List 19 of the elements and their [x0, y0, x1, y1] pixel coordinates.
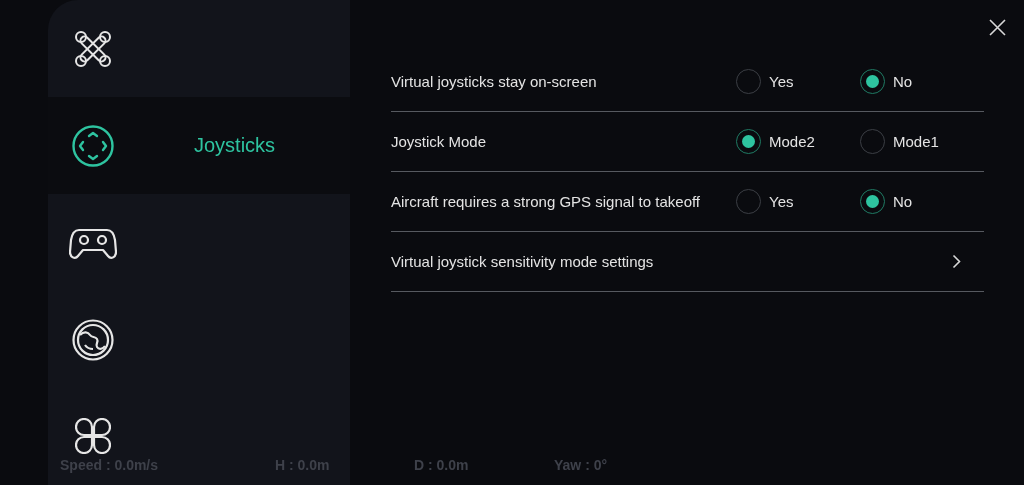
radio-option[interactable]: Mode1: [860, 129, 984, 154]
setting-label: Virtual joystick sensitivity mode settings: [391, 253, 654, 270]
setting-label: Virtual joysticks stay on-screen: [391, 73, 597, 90]
radio-option[interactable]: Mode2: [736, 129, 860, 154]
setting-label: Aircraft requires a strong GPS signal to takeoff: [391, 193, 701, 210]
sidebar-item[interactable]: Joysticks: [48, 97, 350, 194]
joystick-icon: [72, 124, 114, 167]
globe-icon: [72, 318, 114, 361]
drone-icon: [74, 29, 112, 68]
propeller-icon: [75, 418, 111, 454]
radio-option[interactable]: No: [860, 69, 984, 94]
radio-option[interactable]: No: [860, 189, 984, 214]
radio-option[interactable]: Yes: [736, 189, 860, 214]
close-icon[interactable]: [989, 19, 1006, 36]
telemetry-readout: Yaw : 0°: [554, 457, 608, 473]
setting-label: Joystick Mode: [391, 133, 487, 150]
telemetry-readout: D : 0.0m: [414, 457, 470, 473]
chevron-right-icon[interactable]: [952, 254, 961, 269]
radio-option[interactable]: Yes: [736, 69, 860, 94]
